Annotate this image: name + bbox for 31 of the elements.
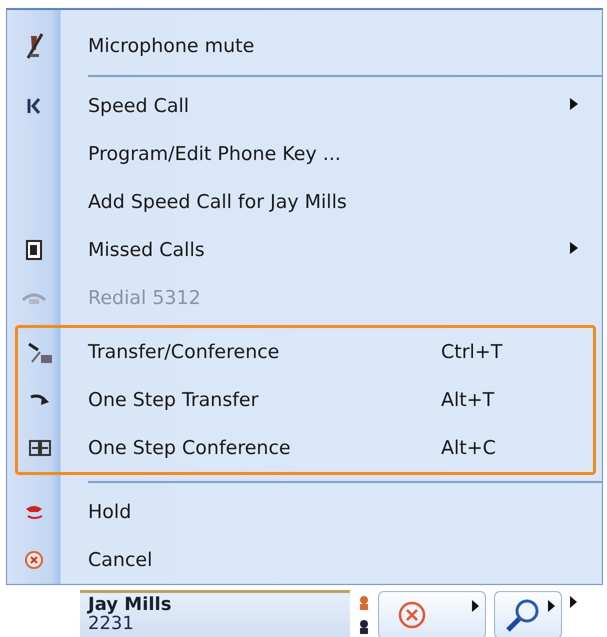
scroll-arrow-icon[interactable] <box>570 596 577 608</box>
menu-item[interactable]: Transfer/Conference <box>61 341 441 363</box>
submenu-arrow-icon <box>570 98 578 110</box>
person-icon <box>358 619 370 635</box>
menu-item[interactable]: Hold <box>61 501 602 523</box>
shortcut-label: Alt+C <box>441 437 497 459</box>
search-button[interactable] <box>494 591 562 637</box>
contact-name: Jay Mills <box>88 595 172 614</box>
menu-item[interactable]: Program/Edit Phone Key ... <box>61 143 602 165</box>
menu-item[interactable]: Microphone mute <box>61 35 602 57</box>
menu-item[interactable]: Missed Calls <box>61 239 570 261</box>
submenu-arrow-icon <box>570 242 578 254</box>
transfer-arrow-icon <box>28 392 50 408</box>
speed-dial-icon <box>27 97 41 115</box>
cancel-icon <box>24 550 44 570</box>
menu-item[interactable]: Cancel <box>61 549 602 571</box>
cancel-icon <box>397 600 427 630</box>
shortcut-label: Ctrl+T <box>441 341 504 363</box>
person-icon <box>358 595 370 611</box>
dropdown-arrow-icon <box>548 600 555 612</box>
menu-item[interactable]: One Step Conference <box>61 437 441 459</box>
phone-list-icon <box>26 240 42 260</box>
menu-item[interactable]: Add Speed Call for Jay Mills <box>61 191 602 213</box>
search-icon <box>505 598 541 632</box>
cancel-call-button[interactable] <box>378 591 486 637</box>
conference-icon <box>28 439 52 457</box>
shortcut-label: Alt+T <box>441 389 496 411</box>
extension-number: 2231 <box>88 614 135 633</box>
dropdown-arrow-icon <box>472 600 479 612</box>
menu-item[interactable]: One Step Transfer <box>61 389 441 411</box>
menu-item[interactable]: Speed Call <box>61 95 570 117</box>
